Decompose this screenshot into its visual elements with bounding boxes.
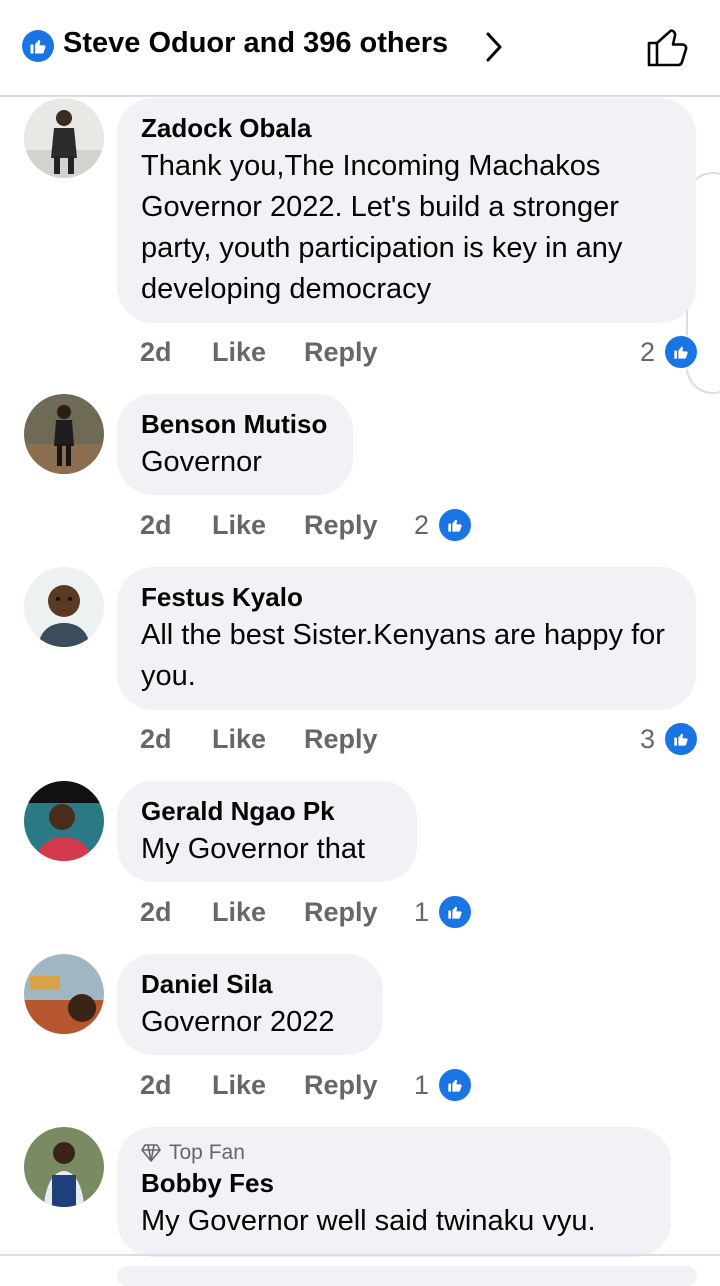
avatar[interactable] [24, 954, 104, 1034]
like-reaction-icon [22, 30, 54, 62]
comment-author[interactable]: Bobby Fes [141, 1167, 647, 1199]
reply-button[interactable]: Reply [304, 337, 378, 368]
comment-bubble[interactable]: Top Fan Bobby Fes My Governor well said … [117, 1127, 671, 1257]
reply-button[interactable]: Reply [304, 897, 378, 928]
top-fan-label: Top Fan [169, 1141, 245, 1164]
comment-actions: 2d Like Reply [140, 510, 378, 541]
reaction-count[interactable]: 1 [414, 1067, 474, 1103]
comment-actions: 2d Like Reply [140, 337, 378, 368]
reaction-count[interactable]: 3 [640, 721, 700, 757]
avatar[interactable] [24, 781, 104, 861]
like-reaction-icon [663, 721, 700, 757]
reaction-count-value: 2 [640, 336, 656, 367]
like-button[interactable]: Like [212, 724, 304, 755]
comment-author[interactable]: Zadock Obala [141, 112, 672, 144]
divider [0, 1254, 720, 1256]
reactions-header[interactable]: Steve Oduor and 396 others [0, 0, 720, 97]
comment-time[interactable]: 2d [140, 1070, 212, 1101]
like-reaction-icon [437, 507, 474, 543]
reply-button[interactable]: Reply [304, 724, 378, 755]
comment-text: Thank you,The Incoming Machakos Governor… [141, 150, 623, 305]
avatar[interactable] [24, 567, 104, 647]
comment-time[interactable]: 2d [140, 897, 212, 928]
comment-author[interactable]: Daniel Sila [141, 968, 359, 1000]
comment-actions: 2d Like Reply [140, 1070, 378, 1101]
diamond-icon [141, 1144, 161, 1162]
reaction-count-value: 1 [414, 1069, 430, 1100]
comment-bubble[interactable]: Gerald Ngao Pk My Governor that [117, 781, 417, 882]
like-reaction-icon [437, 1067, 474, 1103]
comment-actions: 2d Like Reply [140, 897, 378, 928]
reaction-count-value: 3 [640, 723, 656, 754]
chevron-right-icon[interactable] [484, 31, 504, 63]
comment-bubble[interactable]: Daniel Sila Governor 2022 [117, 954, 383, 1055]
like-button[interactable]: Like [212, 897, 304, 928]
comment-bubble[interactable]: Festus Kyalo All the best Sister.Kenyans… [117, 567, 696, 710]
reply-button[interactable]: Reply [304, 1070, 378, 1101]
like-reaction-icon [437, 894, 474, 930]
comment-author[interactable]: Benson Mutiso [141, 408, 329, 440]
like-outline-icon[interactable] [646, 26, 690, 68]
comment-author[interactable]: Festus Kyalo [141, 581, 672, 613]
reaction-count-value: 1 [414, 896, 430, 927]
like-reaction-icon [663, 334, 700, 370]
reaction-count[interactable]: 2 [414, 507, 474, 543]
reactors-summary[interactable]: Steve Oduor and 396 others [63, 27, 448, 60]
avatar[interactable] [24, 98, 104, 178]
comment-actions: 2d Like Reply [140, 724, 378, 755]
comment-bubble[interactable]: Zadock Obala Thank you,The Incoming Mach… [117, 98, 696, 323]
reaction-count-value: 2 [414, 509, 430, 540]
avatar[interactable] [24, 394, 104, 474]
comment-text: Governor [141, 446, 262, 478]
like-button[interactable]: Like [212, 337, 304, 368]
comment-time[interactable]: 2d [140, 724, 212, 755]
like-button[interactable]: Like [212, 510, 304, 541]
comment-author[interactable]: Gerald Ngao Pk [141, 795, 393, 827]
avatar[interactable] [24, 1127, 104, 1207]
comment-text: All the best Sister.Kenyans are happy fo… [141, 619, 665, 692]
comment-bubble[interactable] [117, 1266, 697, 1286]
comment-text: My Governor that [141, 833, 366, 865]
reaction-count[interactable]: 1 [414, 894, 474, 930]
comment-text: My Governor well said twinaku vyu. [141, 1205, 596, 1237]
comment-text: Governor 2022 [141, 1006, 335, 1038]
comment-time[interactable]: 2d [140, 337, 212, 368]
reaction-count[interactable]: 2 [640, 334, 700, 370]
reply-button[interactable]: Reply [304, 510, 378, 541]
comment-bubble[interactable]: Benson Mutiso Governor [117, 394, 353, 495]
like-button[interactable]: Like [212, 1070, 304, 1101]
top-fan-badge: Top Fan [141, 1141, 647, 1165]
comment-time[interactable]: 2d [140, 510, 212, 541]
